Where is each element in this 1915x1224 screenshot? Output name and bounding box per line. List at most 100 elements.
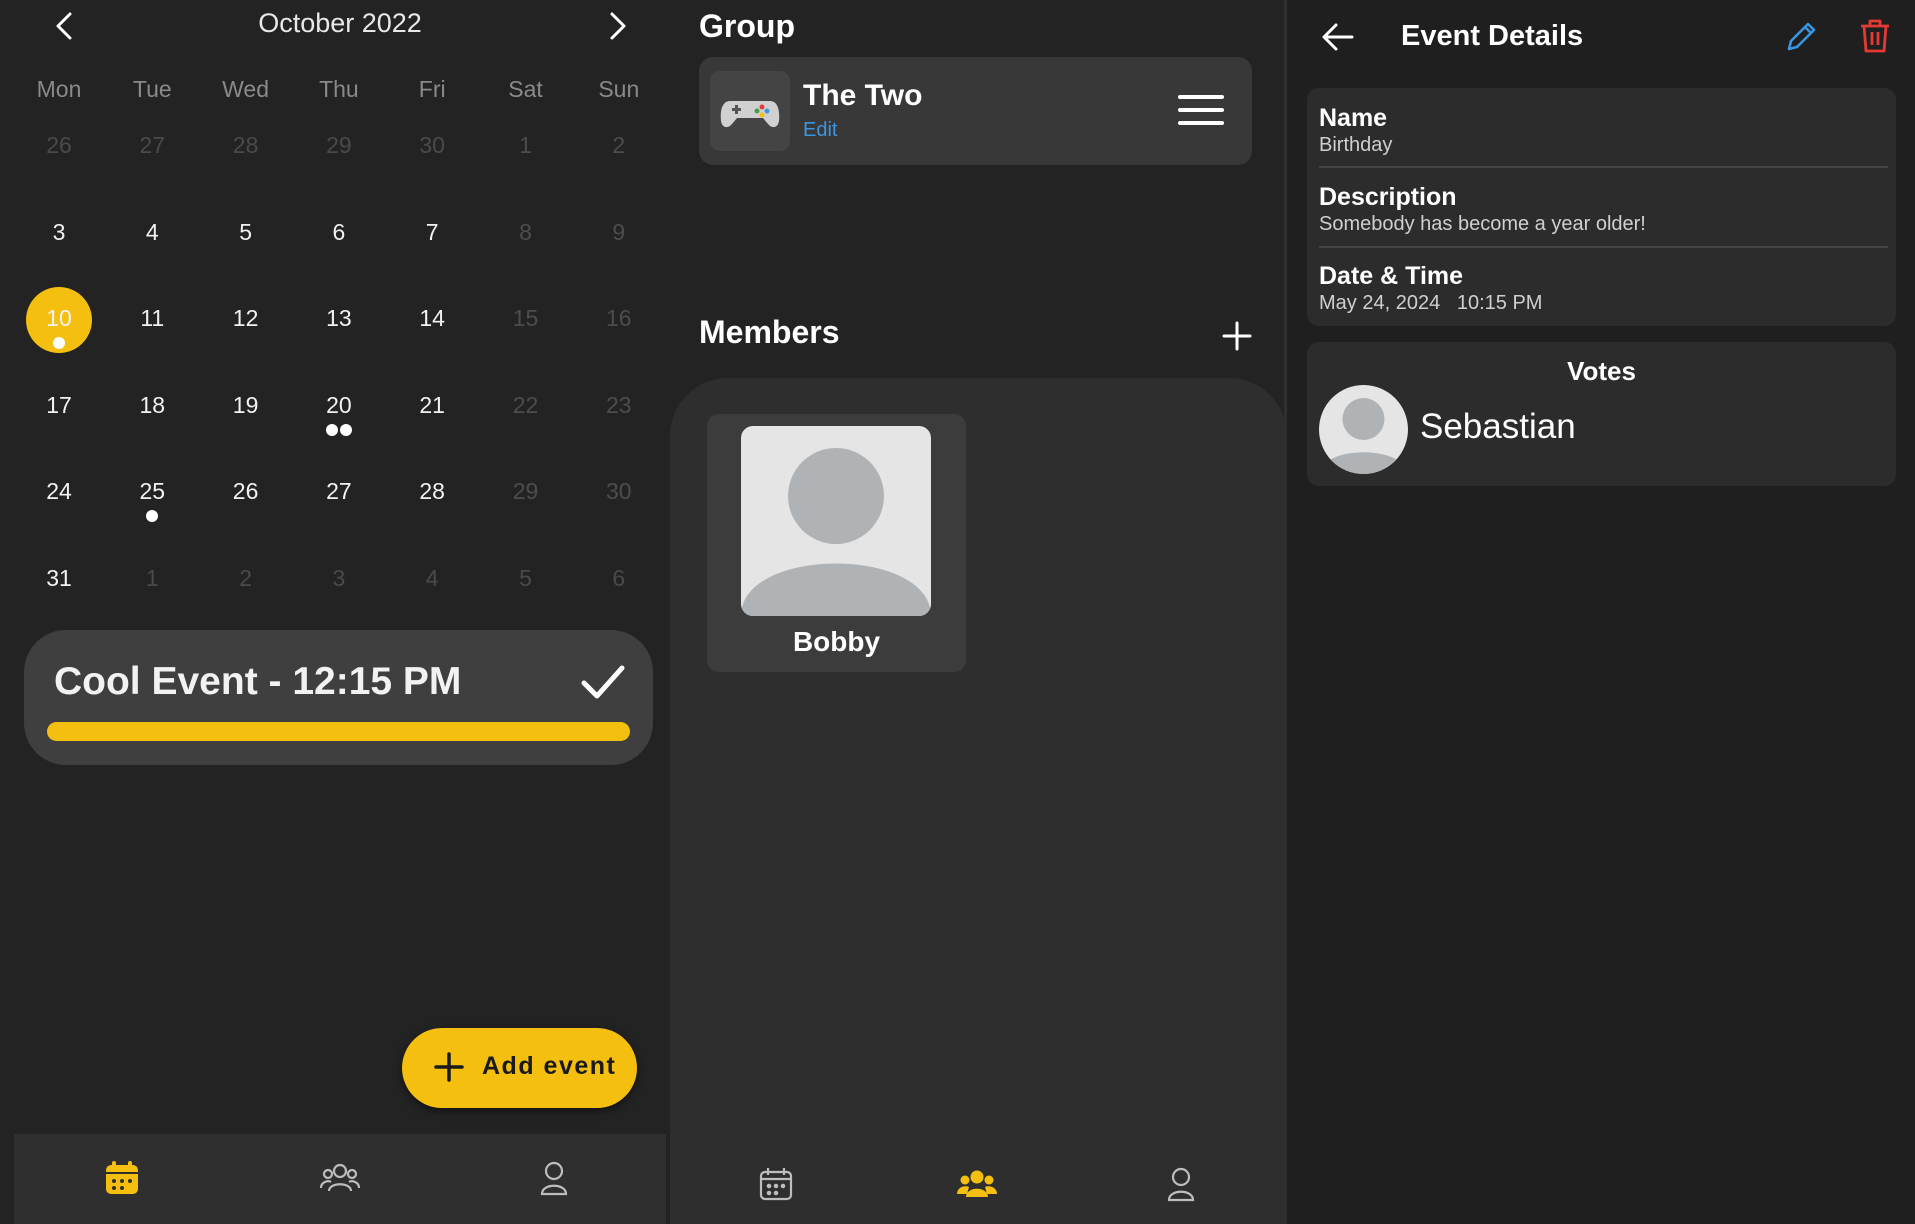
- bottom-navigation: [14, 1134, 666, 1224]
- avatar: [1319, 385, 1408, 474]
- back-arrow-icon[interactable]: [1319, 18, 1357, 56]
- calendar-day[interactable]: 29: [294, 132, 384, 159]
- event-dot: [53, 337, 65, 349]
- calendar-day[interactable]: 2: [201, 565, 291, 592]
- calendar-day[interactable]: 12: [201, 305, 291, 332]
- member-name: Bobby: [792, 626, 881, 657]
- event-card-title: Cool Event - 12:15 PM: [54, 660, 462, 703]
- calendar-day[interactable]: 27: [294, 478, 384, 505]
- votes-card: Votes Sebastian: [1307, 342, 1896, 486]
- name-label: Name: [1319, 104, 1388, 132]
- group-screen: Group The Two Edit Members Bobby: [666, 0, 1287, 1224]
- bottom-navigation: [666, 1144, 1287, 1224]
- date-time-label: Date & Time: [1319, 262, 1464, 290]
- calendar-icon[interactable]: [756, 1164, 796, 1204]
- calendar-day[interactable]: 25: [107, 478, 197, 505]
- calendar-day[interactable]: 18: [107, 392, 197, 419]
- group-icon[interactable]: [957, 1164, 997, 1204]
- calendar-day[interactable]: 31: [14, 565, 104, 592]
- event-dot: [146, 510, 159, 522]
- event-card[interactable]: Cool Event - 12:15 PM: [24, 630, 653, 765]
- calendar-day[interactable]: 5: [481, 565, 571, 592]
- event-dot: [325, 423, 338, 436]
- calendar-day[interactable]: 1: [107, 565, 197, 592]
- calendar-day[interactable]: 15: [481, 305, 571, 332]
- group-name: The Two: [803, 79, 923, 112]
- calendar-day[interactable]: 27: [107, 132, 197, 159]
- calendar-day[interactable]: 30: [387, 132, 477, 159]
- calendar-day[interactable]: 11: [107, 305, 197, 332]
- gamepad-icon: [710, 71, 790, 151]
- weekday-label: Mon: [36, 76, 82, 102]
- calendar-day[interactable]: 6: [294, 219, 384, 246]
- month-title: October 2022: [258, 8, 422, 38]
- event-details-screen: Event Details Name Birthday Description …: [1287, 0, 1915, 1224]
- trash-icon[interactable]: [1858, 18, 1892, 54]
- calendar-day[interactable]: 24: [14, 478, 104, 505]
- plus-icon: [432, 1050, 466, 1084]
- calendar-day[interactable]: 26: [201, 478, 291, 505]
- divider: [1319, 246, 1888, 248]
- weekday-label: Wed: [222, 76, 270, 102]
- description-label: Description: [1319, 183, 1457, 211]
- calendar-day[interactable]: 8: [481, 219, 571, 246]
- calendar-day[interactable]: 22: [481, 392, 571, 419]
- weekday-label: Tue: [132, 76, 172, 102]
- event-dot: [339, 423, 352, 436]
- calendar-day[interactable]: 19: [201, 392, 291, 419]
- add-event-button[interactable]: Add event: [402, 1028, 637, 1108]
- calendar-day[interactable]: 4: [387, 565, 477, 592]
- checkmark-icon[interactable]: [579, 658, 627, 706]
- calendar-day[interactable]: 1: [481, 132, 571, 159]
- calendar-day[interactable]: 28: [387, 478, 477, 505]
- calendar-day[interactable]: 30: [574, 478, 664, 505]
- name-value: Birthday: [1319, 134, 1393, 156]
- add-event-label: Add event: [482, 1052, 617, 1080]
- divider: [1319, 166, 1888, 168]
- members-list: Bobby: [670, 378, 1287, 1224]
- calendar-day[interactable]: 20: [294, 392, 384, 419]
- member-card[interactable]: Bobby: [707, 414, 966, 672]
- event-progress-bar: [47, 722, 630, 741]
- members-title: Members: [699, 314, 840, 350]
- weekday-label: Fri: [418, 76, 446, 102]
- calendar-day[interactable]: 5: [201, 219, 291, 246]
- description-value: Somebody has become a year older!: [1319, 213, 1646, 235]
- calendar-day[interactable]: 7: [387, 219, 477, 246]
- calendar-day[interactable]: 29: [481, 478, 571, 505]
- event-info-card: Name Birthday Description Somebody has b…: [1307, 88, 1896, 326]
- avatar: [741, 426, 931, 616]
- calendar-day[interactable]: 26: [14, 132, 104, 159]
- votes-title: Votes: [1567, 356, 1636, 386]
- calendar-day[interactable]: 28: [201, 132, 291, 159]
- menu-icon[interactable]: [1178, 93, 1224, 127]
- calendar-day[interactable]: 14: [387, 305, 477, 332]
- date-time-value: May 24, 2024 10:15 PM: [1319, 292, 1543, 314]
- calendar-icon[interactable]: [102, 1158, 142, 1198]
- calendar-day[interactable]: 3: [294, 565, 384, 592]
- calendar-day[interactable]: 13: [294, 305, 384, 332]
- weekday-label: Sun: [598, 76, 640, 102]
- pencil-icon[interactable]: [1784, 18, 1820, 54]
- group-section-title: Group: [699, 8, 795, 44]
- page-title: Event Details: [1401, 20, 1584, 52]
- weekday-label: Thu: [319, 76, 359, 102]
- edit-group-link[interactable]: Edit: [803, 119, 837, 142]
- calendar-day[interactable]: 21: [387, 392, 477, 419]
- calendar-day[interactable]: 10: [14, 305, 104, 332]
- profile-icon[interactable]: [534, 1158, 574, 1198]
- calendar-day[interactable]: 16: [574, 305, 664, 332]
- group-card[interactable]: The Two Edit: [699, 57, 1252, 165]
- calendar-day[interactable]: 2: [574, 132, 664, 159]
- calendar-day[interactable]: 9: [574, 219, 664, 246]
- group-icon[interactable]: [319, 1158, 361, 1198]
- calendar-day[interactable]: 17: [14, 392, 104, 419]
- add-member-icon[interactable]: [1219, 318, 1255, 354]
- next-month-icon[interactable]: [596, 6, 636, 46]
- calendar-day[interactable]: 3: [14, 219, 104, 246]
- calendar-screen: October 2022 Cool Event - 12:15 PM Add e…: [0, 0, 666, 1224]
- calendar-day[interactable]: 23: [574, 392, 664, 419]
- calendar-day[interactable]: 4: [107, 219, 197, 246]
- calendar-day[interactable]: 6: [574, 565, 664, 592]
- profile-icon[interactable]: [1161, 1164, 1201, 1204]
